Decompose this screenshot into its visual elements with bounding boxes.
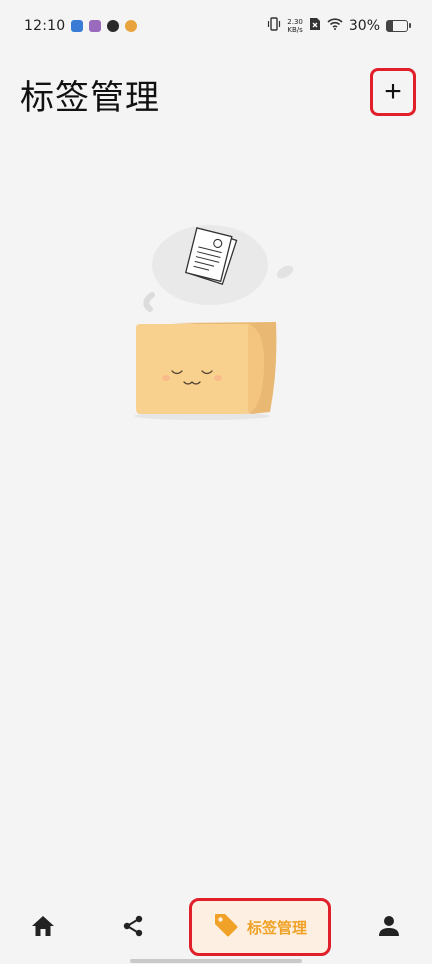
add-tag-button[interactable]: + bbox=[370, 68, 416, 116]
nav-home[interactable] bbox=[20, 898, 66, 958]
wifi-icon bbox=[327, 18, 343, 34]
app-notification-icon bbox=[89, 20, 102, 32]
nav-tag-management[interactable]: 标签管理 bbox=[189, 898, 331, 956]
net-speed-unit: KB/s bbox=[287, 26, 303, 34]
person-icon bbox=[378, 915, 400, 941]
bottom-nav: 标签管理 bbox=[0, 898, 432, 958]
status-bar: 12:10 2.30 KB/s 30% bbox=[0, 0, 432, 52]
weibo-notification-icon bbox=[125, 20, 138, 32]
battery-icon bbox=[386, 20, 411, 32]
home-indicator bbox=[130, 959, 302, 963]
battery-percent: 30% bbox=[348, 18, 380, 34]
empty-folder-illustration bbox=[134, 225, 294, 420]
vibrate-icon bbox=[267, 17, 281, 35]
nav-tag-management-label: 标签管理 bbox=[246, 918, 307, 937]
nav-share[interactable] bbox=[110, 898, 156, 958]
status-right: 2.30 KB/s 30% bbox=[267, 17, 411, 35]
nav-profile[interactable] bbox=[366, 898, 412, 958]
status-time: 12:10 bbox=[24, 18, 66, 34]
net-speed: 2.30 KB/s bbox=[287, 18, 303, 34]
page-title: 标签管理 bbox=[20, 78, 160, 118]
app-notification-icon bbox=[107, 20, 120, 32]
battery-level bbox=[387, 21, 393, 31]
home-icon bbox=[31, 915, 55, 941]
tag-icon bbox=[213, 912, 239, 942]
status-left: 12:10 bbox=[24, 18, 138, 34]
empty-state-illustration bbox=[130, 220, 300, 425]
no-sim-icon bbox=[309, 17, 321, 35]
net-speed-value: 2.30 bbox=[287, 18, 303, 26]
share-icon bbox=[121, 914, 145, 942]
app-notification-icon bbox=[71, 20, 84, 32]
